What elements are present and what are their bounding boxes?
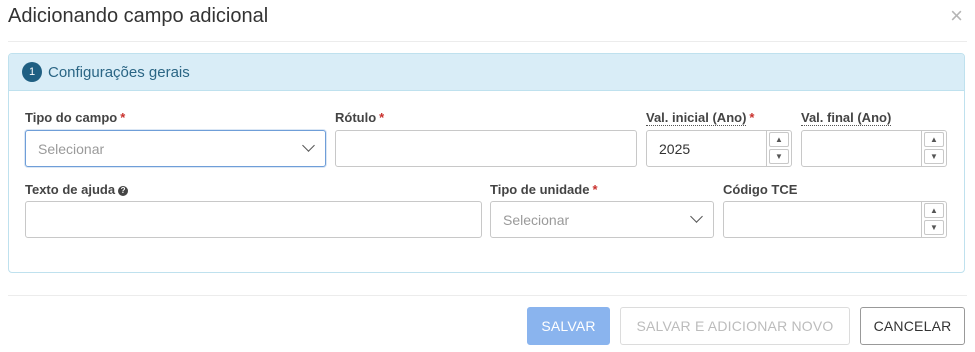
- tipo-campo-select[interactable]: Selecionar: [25, 130, 326, 167]
- tipo-unidade-label: Tipo de unidade *: [490, 182, 598, 197]
- required-mark: *: [592, 182, 598, 197]
- footer-divider: [8, 295, 967, 296]
- rotulo-input[interactable]: [335, 130, 637, 167]
- number-spinner: ▲ ▼: [921, 131, 946, 166]
- chevron-up-icon: ▲: [775, 135, 783, 144]
- codigo-tce-input[interactable]: ▲ ▼: [723, 201, 947, 238]
- header-divider: [8, 41, 967, 42]
- required-mark: *: [379, 110, 385, 125]
- spin-up-button[interactable]: ▲: [924, 132, 944, 147]
- tipo-campo-placeholder: Selecionar: [38, 140, 105, 157]
- val-final-label: Val. final (Ano): [801, 110, 892, 126]
- cancel-button[interactable]: CANCELAR: [860, 307, 965, 345]
- chevron-down-icon: ▼: [930, 223, 938, 232]
- texto-ajuda-label: Texto de ajuda?: [25, 182, 129, 197]
- codigo-tce-label: Código TCE: [723, 182, 798, 197]
- required-mark: *: [120, 110, 126, 125]
- tipo-unidade-placeholder: Selecionar: [503, 211, 570, 228]
- val-inicial-input[interactable]: 2025 ▲ ▼: [646, 130, 792, 167]
- spin-down-button[interactable]: ▼: [924, 149, 944, 164]
- val-inicial-label: Val. inicial (Ano) *: [646, 110, 755, 126]
- rotulo-label: Rótulo *: [335, 110, 385, 125]
- panel-title: Configurações gerais: [48, 63, 190, 81]
- modal-title: Adicionando campo adicional: [8, 5, 269, 27]
- step-number-badge: 1: [22, 62, 42, 82]
- chevron-down-icon: [302, 139, 315, 152]
- number-spinner: ▲ ▼: [766, 131, 791, 166]
- texto-ajuda-input[interactable]: [25, 201, 482, 238]
- number-spinner: ▲ ▼: [921, 202, 946, 237]
- close-icon[interactable]: ×: [950, 5, 963, 27]
- spin-up-button[interactable]: ▲: [924, 203, 944, 218]
- question-circle-icon[interactable]: ?: [118, 186, 129, 196]
- panel-header: 1 Configurações gerais: [9, 54, 964, 91]
- val-final-input[interactable]: ▲ ▼: [801, 130, 947, 167]
- tipo-unidade-select[interactable]: Selecionar: [490, 201, 714, 238]
- tipo-campo-label: Tipo do campo *: [25, 110, 126, 125]
- spin-down-button[interactable]: ▼: [769, 149, 789, 164]
- chevron-up-icon: ▲: [930, 206, 938, 215]
- val-inicial-value: 2025: [659, 140, 691, 157]
- chevron-down-icon: ▼: [775, 152, 783, 161]
- required-mark: *: [749, 110, 755, 125]
- chevron-up-icon: ▲: [930, 135, 938, 144]
- save-button[interactable]: SALVAR: [527, 307, 610, 345]
- spin-up-button[interactable]: ▲: [769, 132, 789, 147]
- chevron-down-icon: ▼: [930, 152, 938, 161]
- spin-down-button[interactable]: ▼: [924, 220, 944, 235]
- chevron-down-icon: [690, 210, 703, 223]
- save-and-add-new-button[interactable]: SALVAR E ADICIONAR NOVO: [620, 307, 850, 345]
